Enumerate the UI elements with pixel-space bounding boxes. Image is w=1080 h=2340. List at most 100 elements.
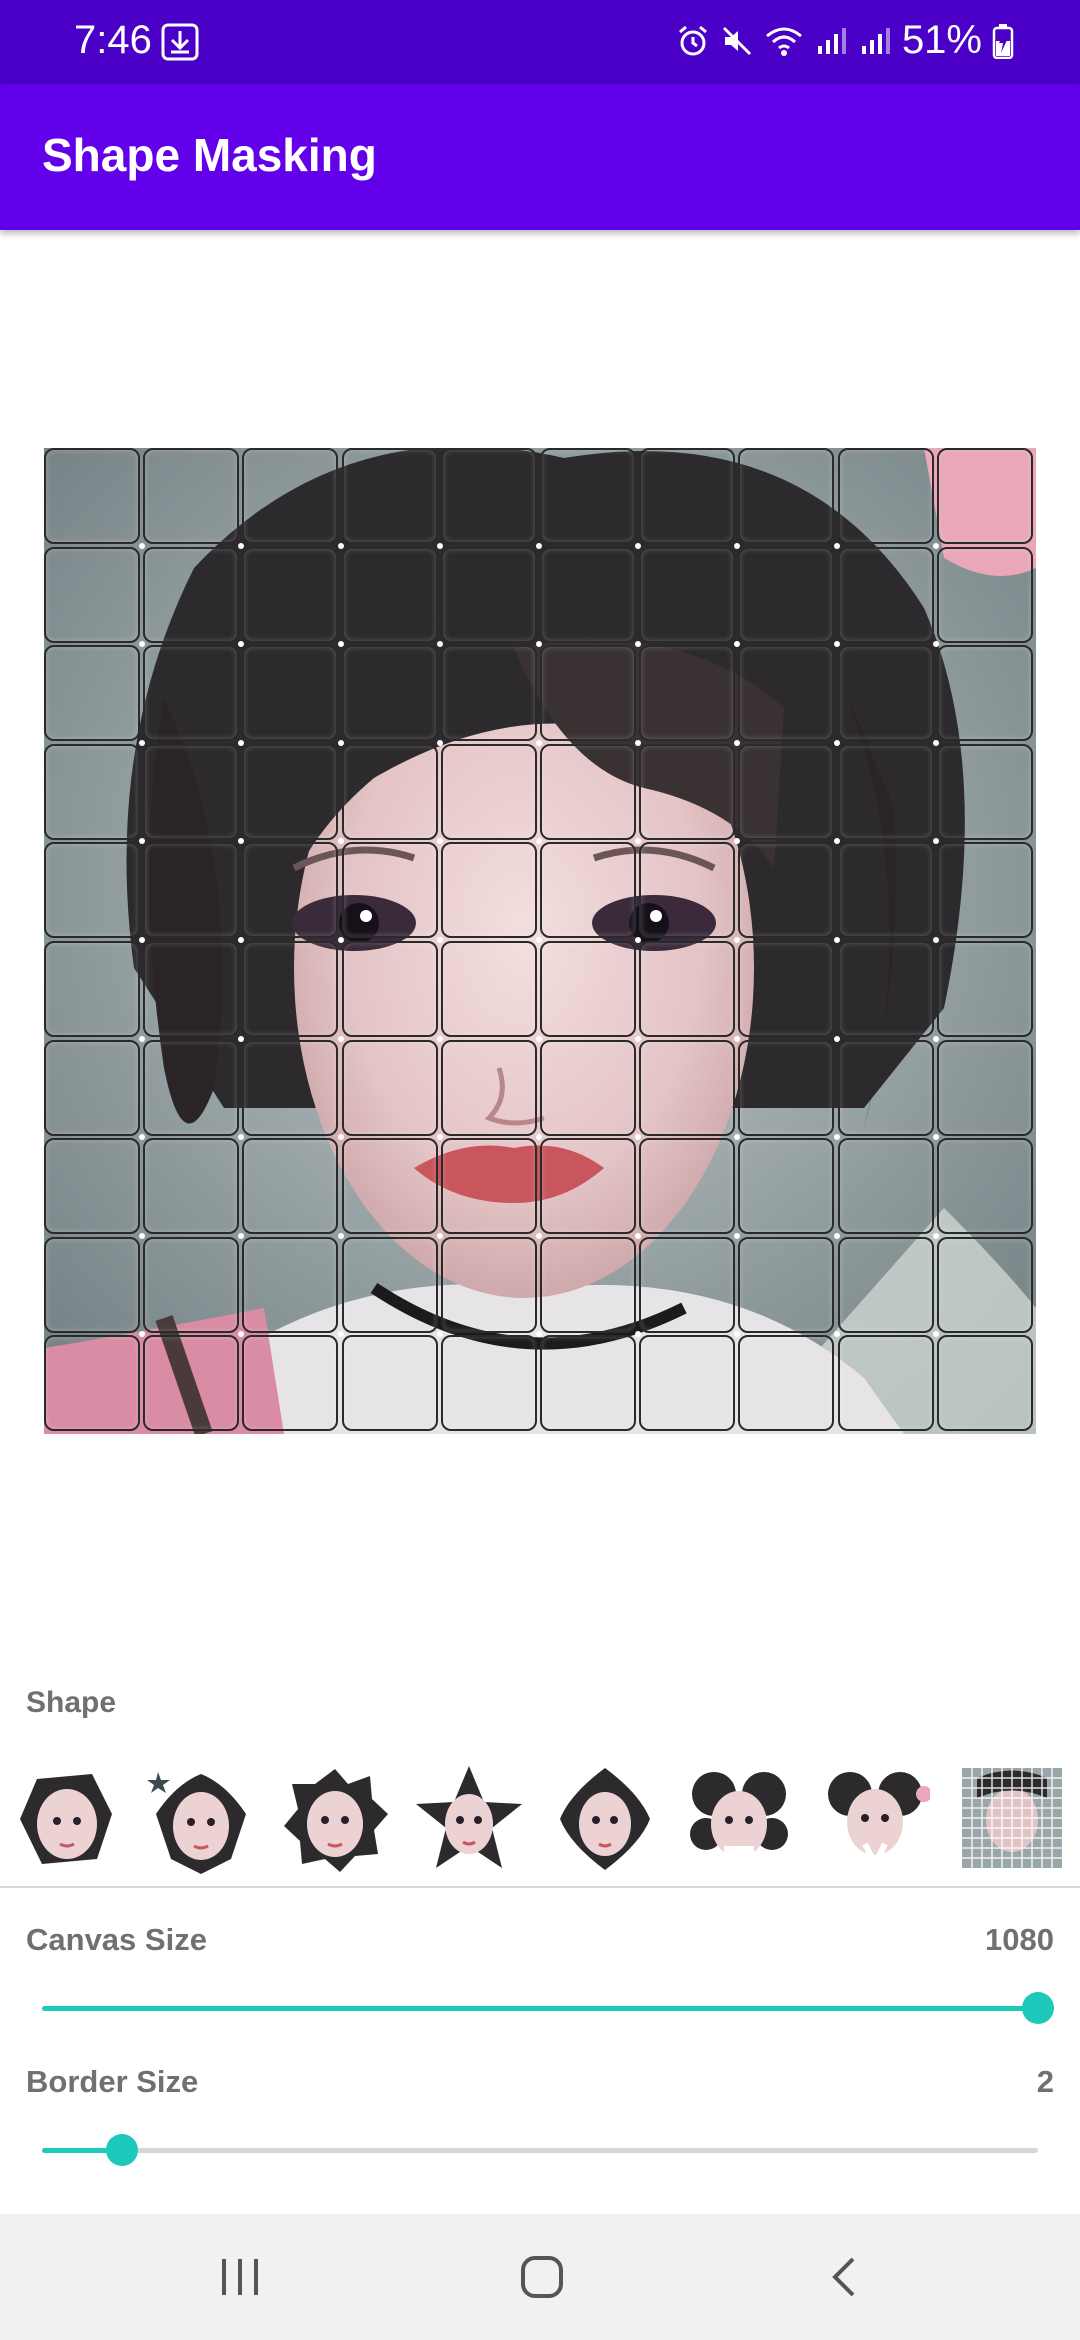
grid-cell — [738, 1039, 835, 1136]
grid-cell — [242, 1335, 339, 1432]
grid-cell — [936, 1236, 1033, 1333]
grid-cell — [738, 842, 835, 939]
shape-option-grid[interactable] — [962, 1764, 1062, 1874]
canvas-size-value: 1080 — [985, 1922, 1054, 1957]
border-size-thumb[interactable] — [105, 2134, 138, 2166]
grid-cell — [44, 448, 140, 544]
grid-cell — [341, 645, 438, 742]
grid-cell — [639, 842, 736, 939]
grid-junction-dot — [635, 739, 642, 746]
grid-cell — [242, 842, 339, 939]
grid-cell — [143, 941, 240, 1037]
grid-cell — [44, 941, 140, 1037]
signal-icon — [817, 27, 846, 54]
grid-junction-dot — [436, 641, 443, 648]
grid-junction-dot — [337, 1232, 344, 1239]
canvas-size-fill — [42, 2006, 1038, 2011]
border-size-slider[interactable] — [42, 2134, 1038, 2166]
grid-junction-dot — [536, 937, 542, 943]
grid-cell — [242, 546, 339, 643]
shape-section-label: Shape — [26, 1686, 117, 1719]
grid-cell — [738, 1236, 835, 1333]
grid-cell — [837, 1039, 934, 1136]
battery-charging-icon — [992, 23, 1014, 59]
grid-cell — [639, 448, 736, 544]
grid-cell — [540, 645, 636, 742]
grid-cell — [936, 1138, 1033, 1235]
grid-cell — [143, 1335, 240, 1432]
grid-cell — [639, 1236, 736, 1333]
grid-cell — [540, 1138, 636, 1235]
border-size-value: 2 — [1036, 2064, 1054, 2099]
grid-cell — [540, 1236, 636, 1333]
grid-cell — [341, 546, 438, 643]
grid-cell — [738, 645, 835, 742]
grid-cell — [540, 1039, 636, 1136]
grid-cell — [242, 1236, 339, 1333]
grid-cell — [44, 1138, 140, 1235]
shape-option-star[interactable] — [414, 1764, 524, 1874]
grid-cell — [143, 645, 240, 742]
grid-cell — [341, 941, 438, 1037]
grid-junction-dot — [932, 1035, 939, 1042]
canvas-size-slider[interactable] — [42, 1992, 1054, 2024]
grid-cell — [837, 645, 934, 742]
shape-option-diamond[interactable] — [550, 1764, 660, 1874]
grid-cell — [341, 448, 438, 544]
grid-junction-dot — [436, 1232, 443, 1239]
grid-cell — [341, 743, 438, 840]
grid-junction-dot — [635, 542, 642, 549]
masked-image-canvas[interactable] — [44, 448, 1036, 1434]
grid-cell — [738, 1138, 835, 1235]
grid-junction-dot — [436, 1134, 443, 1141]
grid-junction-dot — [436, 937, 443, 943]
grid-junction-dot — [536, 1232, 542, 1239]
wifi-icon — [765, 27, 802, 56]
canvas-size-thumb[interactable] — [1022, 1992, 1054, 2024]
grid-junction-dot — [932, 739, 939, 746]
recent-apps-icon — [222, 2259, 258, 2295]
grid-junction-dot — [139, 542, 146, 549]
grid-junction-dot — [536, 1035, 542, 1042]
download-icon — [161, 23, 199, 61]
grid-junction-dot — [536, 739, 542, 746]
grid-cell — [738, 941, 835, 1037]
canvas-size-label: Canvas Size — [26, 1922, 207, 1957]
grid-junction-dot — [337, 739, 344, 746]
shape-option-flower-2[interactable] — [820, 1764, 932, 1874]
grid-junction-dot — [833, 1035, 840, 1042]
grid-cell — [440, 842, 537, 939]
shape-option-flower[interactable] — [684, 1764, 794, 1874]
grid-junction-dot — [833, 739, 840, 746]
shape-option-star-small[interactable] — [146, 1764, 256, 1874]
grid-cell — [738, 448, 835, 544]
grid-cell — [440, 743, 537, 840]
grid-cell — [738, 1335, 835, 1432]
grid-junction-dot — [833, 1232, 840, 1239]
signal-icon-2 — [861, 27, 890, 54]
grid-cell — [639, 1335, 736, 1432]
grid-junction-dot — [833, 1134, 840, 1141]
grid-cell — [639, 743, 736, 840]
grid-cell — [440, 448, 537, 544]
recent-apps-button[interactable] — [200, 2244, 280, 2310]
back-icon — [832, 2257, 855, 2297]
home-button[interactable] — [502, 2244, 582, 2310]
shape-option-burst[interactable] — [280, 1764, 390, 1874]
grid-cell — [440, 645, 537, 742]
grid-cell — [143, 448, 240, 544]
grid-cell — [440, 1039, 537, 1136]
grid-cell — [242, 448, 339, 544]
grid-cell — [639, 546, 736, 643]
grid-cell — [143, 1039, 240, 1136]
grid-cell — [44, 1039, 140, 1136]
grid-cell — [242, 1138, 339, 1235]
grid-junction-dot — [833, 641, 840, 648]
grid-cell — [639, 645, 736, 742]
grid-junction-dot — [932, 641, 939, 648]
grid-cell — [936, 941, 1033, 1037]
shape-option-face[interactable] — [12, 1764, 122, 1874]
grid-cell — [440, 941, 537, 1037]
back-button[interactable] — [804, 2244, 884, 2310]
status-bar: 7:46 51% — [0, 0, 1080, 84]
